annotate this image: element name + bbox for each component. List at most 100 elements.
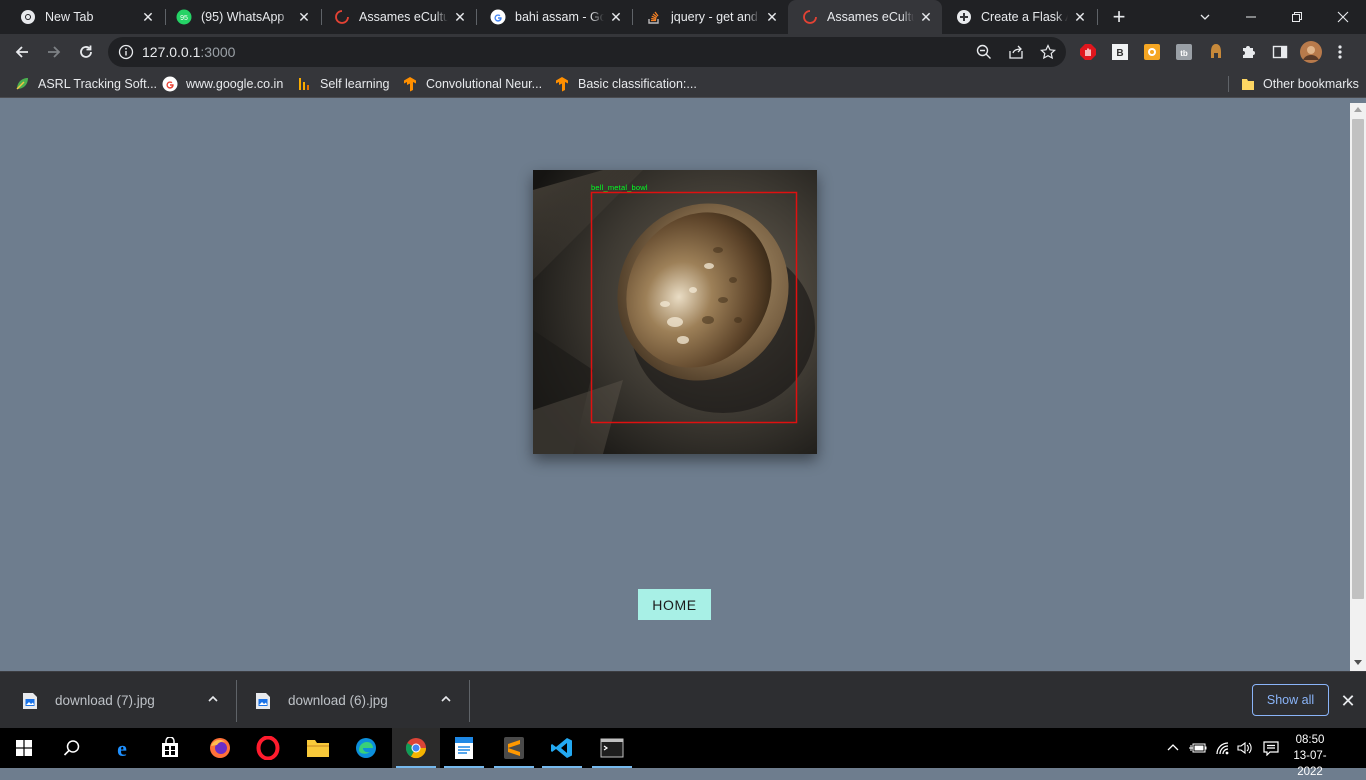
page-content: bell_metal_bowl HOME bbox=[0, 103, 1350, 671]
forward-button[interactable] bbox=[41, 39, 67, 65]
bookmark-label: Convolutional Neur... bbox=[426, 77, 543, 91]
url-text[interactable]: 127.0.0.1:3000 bbox=[142, 44, 235, 60]
address-bar[interactable]: 127.0.0.1:3000 bbox=[108, 37, 1066, 67]
taskbar-sublime-text[interactable] bbox=[490, 728, 538, 768]
tab-assames-eculture-1[interactable]: Assames eCulture ✕ bbox=[320, 0, 476, 34]
chrome-menu-button[interactable] bbox=[1330, 42, 1350, 62]
close-tab-icon[interactable]: ✕ bbox=[296, 9, 312, 25]
arrow-left-icon bbox=[15, 46, 28, 58]
tab-google-search[interactable]: bahi assam - Google ✕ bbox=[476, 0, 632, 34]
back-button[interactable] bbox=[9, 39, 35, 65]
bookmark-self-learning[interactable]: Self learning bbox=[296, 75, 390, 93]
start-button[interactable] bbox=[0, 728, 48, 768]
download-item[interactable]: download (7).jpg bbox=[22, 672, 234, 729]
detection-result-image: bell_metal_bowl bbox=[533, 170, 817, 454]
taskbar-terminal[interactable] bbox=[588, 728, 636, 768]
profile-avatar[interactable] bbox=[1300, 41, 1322, 63]
taskbar-chrome[interactable] bbox=[392, 728, 440, 768]
bookmark-convolutional-neural[interactable]: Convolutional Neur... bbox=[402, 75, 542, 93]
network-button[interactable] bbox=[1212, 728, 1234, 768]
scroll-up-arrow-icon[interactable] bbox=[1354, 107, 1362, 112]
show-hidden-icons-button[interactable] bbox=[1164, 728, 1182, 768]
restore-button[interactable] bbox=[1274, 0, 1320, 34]
chevron-up-icon[interactable] bbox=[206, 692, 220, 706]
taskbar-edge[interactable] bbox=[342, 728, 390, 768]
minimize-button[interactable] bbox=[1228, 0, 1274, 34]
taskbar-opera[interactable] bbox=[244, 728, 292, 768]
scrollbar-thumb[interactable] bbox=[1352, 119, 1364, 599]
chart-bars-icon bbox=[296, 76, 312, 92]
battery-charging-icon bbox=[1189, 743, 1207, 753]
bookmark-star-icon[interactable] bbox=[1040, 44, 1056, 60]
tab-title: jquery - get and set bbox=[671, 10, 760, 24]
bookmark-label: www.google.co.in bbox=[186, 77, 284, 91]
close-icon[interactable]: ✕ bbox=[1338, 691, 1358, 711]
taskbar-notepad[interactable] bbox=[440, 728, 488, 768]
bowl-photo bbox=[533, 170, 817, 454]
close-tab-icon[interactable]: ✕ bbox=[1072, 9, 1088, 25]
battery-button[interactable] bbox=[1187, 728, 1209, 768]
loading-spinner-icon bbox=[334, 9, 350, 25]
download-filename: download (7).jpg bbox=[55, 693, 155, 708]
extensions-puzzle-icon[interactable] bbox=[1238, 42, 1258, 62]
page-scrollbar[interactable] bbox=[1350, 103, 1366, 671]
home-button[interactable]: HOME bbox=[638, 589, 711, 620]
chrome-icon bbox=[405, 738, 427, 759]
notification-button[interactable] bbox=[1259, 728, 1283, 768]
new-tab-button[interactable]: + bbox=[1108, 6, 1130, 29]
tab-new-tab[interactable]: New Tab ✕ bbox=[6, 0, 164, 34]
show-all-downloads-button[interactable]: Show all bbox=[1252, 684, 1329, 716]
bookmark-asrl-tracking[interactable]: ASRL Tracking Soft... bbox=[14, 75, 157, 93]
chevron-down-icon bbox=[1200, 14, 1210, 20]
helmet-extension-icon[interactable] bbox=[1206, 42, 1226, 62]
bookmark-google[interactable]: www.google.co.in bbox=[162, 75, 283, 93]
orange-extension-icon[interactable] bbox=[1142, 42, 1162, 62]
taskbar-clock[interactable]: 08:50 13-07-2022 bbox=[1288, 732, 1332, 780]
scroll-down-arrow-icon[interactable] bbox=[1354, 660, 1362, 665]
edge-icon bbox=[356, 738, 376, 758]
reload-icon bbox=[80, 45, 92, 58]
share-icon[interactable] bbox=[1008, 44, 1024, 60]
other-bookmarks-folder[interactable]: Other bookmarks bbox=[1240, 75, 1359, 93]
whatsapp-icon: 95 bbox=[176, 9, 192, 25]
kebab-menu-icon bbox=[1338, 45, 1342, 59]
site-info-icon[interactable] bbox=[118, 44, 134, 60]
taskbar-vscode[interactable] bbox=[538, 728, 586, 768]
close-tab-icon[interactable]: ✕ bbox=[918, 9, 934, 25]
reload-button[interactable] bbox=[73, 39, 99, 65]
tab-title: Assames eCulture bbox=[359, 10, 448, 24]
tab-assames-eculture-active[interactable]: Assames eCulture ✕ bbox=[788, 0, 942, 34]
stackoverflow-icon bbox=[646, 9, 662, 25]
restore-icon bbox=[1292, 12, 1302, 22]
bookmark-label: ASRL Tracking Soft... bbox=[38, 77, 158, 91]
close-tab-icon[interactable]: ✕ bbox=[608, 9, 624, 25]
adblock-extension-icon[interactable] bbox=[1078, 42, 1098, 62]
tab-whatsapp[interactable]: 95 (95) WhatsApp ✕ bbox=[162, 0, 320, 34]
tab-stackoverflow[interactable]: jquery - get and set ✕ bbox=[632, 0, 788, 34]
close-tab-icon[interactable]: ✕ bbox=[452, 9, 468, 25]
close-window-button[interactable] bbox=[1320, 0, 1366, 34]
zoom-out-icon[interactable] bbox=[976, 44, 992, 60]
volume-button[interactable] bbox=[1235, 728, 1255, 768]
document-editor-icon bbox=[455, 737, 473, 759]
download-item[interactable]: download (6).jpg bbox=[255, 672, 467, 729]
taskbar-store[interactable] bbox=[146, 728, 194, 768]
tb-extension-icon[interactable]: tb bbox=[1174, 42, 1194, 62]
taskbar-firefox[interactable] bbox=[196, 728, 244, 768]
taskbar-ie[interactable]: e bbox=[98, 728, 146, 768]
url-host: 127.0.0.1 bbox=[142, 44, 201, 60]
speaker-icon bbox=[1237, 741, 1252, 755]
close-tab-icon[interactable]: ✕ bbox=[764, 9, 780, 25]
bookmark-basic-classification[interactable]: Basic classification:... bbox=[554, 75, 697, 93]
tensorflow-icon bbox=[402, 76, 418, 92]
tab-search-button[interactable] bbox=[1182, 0, 1228, 34]
taskbar-search-button[interactable] bbox=[48, 728, 96, 768]
taskbar-file-explorer[interactable] bbox=[294, 728, 342, 768]
chevron-up-icon[interactable] bbox=[439, 692, 453, 706]
b-extension-icon[interactable]: B bbox=[1110, 42, 1130, 62]
svg-text:B: B bbox=[1116, 48, 1123, 59]
side-panel-icon[interactable] bbox=[1270, 42, 1290, 62]
close-tab-icon[interactable]: ✕ bbox=[140, 9, 156, 25]
folder-icon bbox=[1240, 76, 1256, 92]
tab-flask-app[interactable]: Create a Flask App ✕ bbox=[942, 0, 1096, 34]
